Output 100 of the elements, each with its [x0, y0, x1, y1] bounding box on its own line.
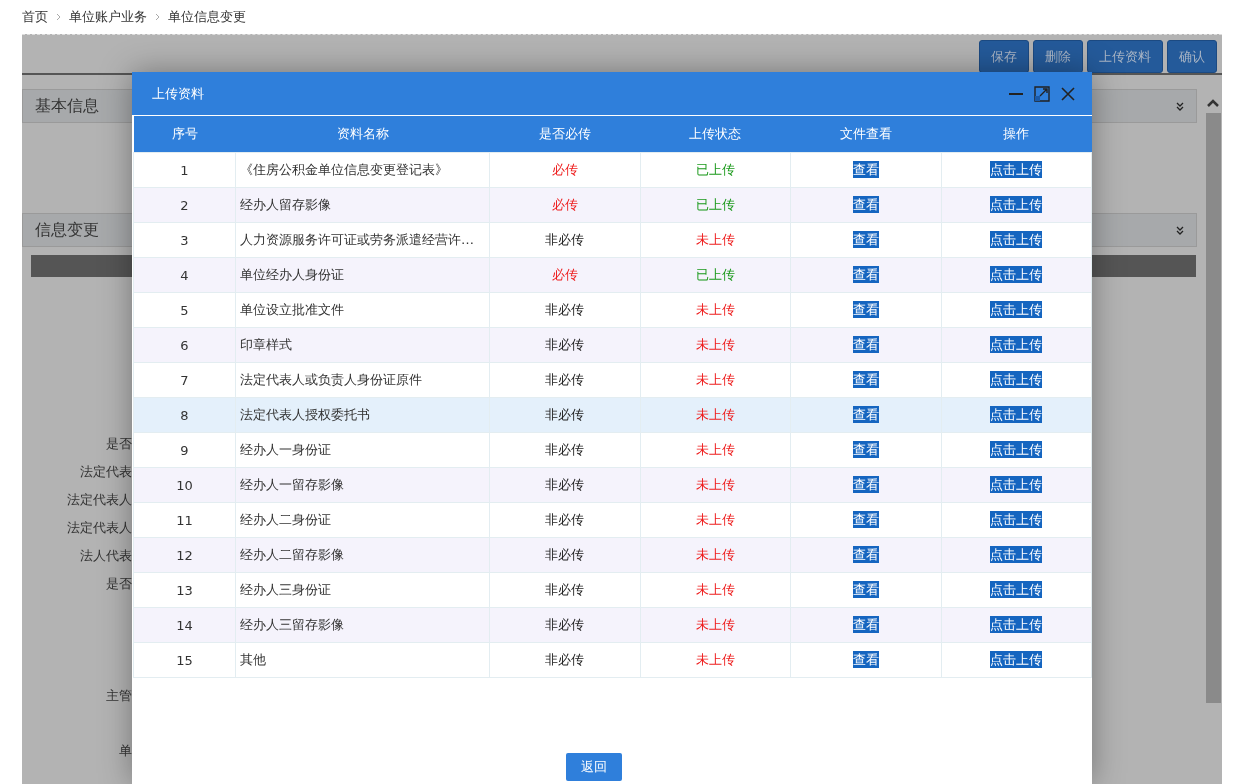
table-row[interactable]: 1 《住房公积金单位信息变更登记表》 必传 已上传 查看 点击上传 — [133, 152, 1092, 188]
upload-link[interactable]: 点击上传 — [990, 616, 1043, 633]
upload-status: 未上传 — [695, 512, 735, 527]
form-label: 法定代表人 — [67, 491, 132, 509]
table-row[interactable]: 2 经办人留存影像 必传 已上传 查看 点击上传 — [133, 187, 1092, 223]
collapse-icon[interactable] — [1176, 225, 1184, 235]
table-cell: 8 — [133, 397, 236, 433]
table-cell: 单位设立批准文件 — [235, 292, 490, 328]
view-link[interactable]: 查看 — [852, 616, 879, 633]
toolbar-button[interactable]: 上传资料 — [1087, 40, 1163, 73]
table-row[interactable]: 14 经办人三留存影像 非必传 未上传 查看 点击上传 — [133, 607, 1092, 643]
upload-link[interactable]: 点击上传 — [990, 301, 1043, 318]
view-link[interactable]: 查看 — [852, 231, 879, 248]
breadcrumb-link[interactable]: 单位信息变更 — [168, 7, 246, 26]
upload-link[interactable]: 点击上传 — [990, 511, 1043, 528]
upload-status: 未上传 — [695, 337, 735, 352]
upload-link[interactable]: 点击上传 — [990, 651, 1043, 668]
upload-link[interactable]: 点击上传 — [990, 581, 1043, 598]
collapse-icon[interactable] — [1176, 101, 1184, 111]
table-cell: 其他 — [235, 642, 490, 678]
table-row[interactable]: 9 经办人一身份证 非必传 未上传 查看 点击上传 — [133, 432, 1092, 468]
chevron-icon — [56, 12, 61, 21]
form-label: 法人代表 — [80, 547, 132, 565]
view-link[interactable]: 查看 — [852, 301, 879, 318]
toolbar-button[interactable]: 确认 — [1167, 40, 1217, 73]
table-cell: 15 — [133, 642, 236, 678]
table-cell: 法定代表人或负责人身份证原件 — [235, 362, 490, 398]
upload-link[interactable]: 点击上传 — [990, 196, 1043, 213]
required-status: 非必传 — [545, 337, 585, 352]
table-cell: 经办人一身份证 — [235, 432, 490, 468]
breadcrumb-link[interactable]: 单位账户业务 — [69, 7, 147, 26]
table-row[interactable]: 12 经办人二留存影像 非必传 未上传 查看 点击上传 — [133, 537, 1092, 573]
table-row[interactable]: 6 印章样式 非必传 未上传 查看 点击上传 — [133, 327, 1092, 363]
view-link[interactable]: 查看 — [852, 161, 879, 178]
required-status: 非必传 — [545, 372, 585, 387]
required-status: 非必传 — [545, 617, 585, 632]
form-label: 单 — [119, 742, 132, 760]
upload-link[interactable]: 点击上传 — [990, 231, 1043, 248]
table-row[interactable]: 8 法定代表人授权委托书 非必传 未上传 查看 点击上传 — [133, 397, 1092, 433]
table-row[interactable]: 4 单位经办人身份证 必传 已上传 查看 点击上传 — [133, 257, 1092, 293]
view-link[interactable]: 查看 — [852, 511, 879, 528]
upload-link[interactable]: 点击上传 — [990, 441, 1043, 458]
view-link[interactable]: 查看 — [852, 651, 879, 668]
upload-link[interactable]: 点击上传 — [990, 546, 1043, 563]
required-status: 必传 — [551, 267, 578, 282]
table-row[interactable]: 7 法定代表人或负责人身份证原件 非必传 未上传 查看 点击上传 — [133, 362, 1092, 398]
required-status: 非必传 — [545, 442, 585, 457]
table-row[interactable]: 13 经办人三身份证 非必传 未上传 查看 点击上传 — [133, 572, 1092, 608]
upload-status: 已上传 — [695, 162, 735, 177]
table-cell: 单位经办人身份证 — [235, 257, 490, 293]
upload-link[interactable]: 点击上传 — [990, 161, 1043, 178]
view-link[interactable]: 查看 — [852, 371, 879, 388]
upload-link[interactable]: 点击上传 — [990, 476, 1043, 493]
view-link[interactable]: 查看 — [852, 196, 879, 213]
chevron-icon — [155, 12, 160, 21]
upload-link[interactable]: 点击上传 — [990, 406, 1043, 423]
table-row[interactable]: 15 其他 非必传 未上传 查看 点击上传 — [133, 642, 1092, 678]
form-label: 主管 — [106, 687, 132, 705]
table-row[interactable]: 11 经办人二身份证 非必传 未上传 查看 点击上传 — [133, 502, 1092, 538]
toolbar-button[interactable]: 删除 — [1033, 40, 1083, 73]
required-status: 必传 — [551, 162, 578, 177]
form-label: 法定代表人 — [67, 519, 132, 537]
breadcrumb-link[interactable]: 首页 — [22, 7, 48, 26]
column-header: 序号 — [133, 116, 236, 153]
table-cell: 经办人一留存影像 — [235, 467, 490, 503]
upload-link[interactable]: 点击上传 — [990, 336, 1043, 353]
view-link[interactable]: 查看 — [852, 336, 879, 353]
upload-link[interactable]: 点击上传 — [990, 371, 1043, 388]
upload-link[interactable]: 点击上传 — [990, 266, 1043, 283]
upload-status: 未上传 — [695, 407, 735, 422]
section-title: 信息变更 — [35, 219, 99, 241]
required-status: 非必传 — [545, 302, 585, 317]
close-icon[interactable] — [1060, 85, 1076, 102]
table-row[interactable]: 10 经办人一留存影像 非必传 未上传 查看 点击上传 — [133, 467, 1092, 503]
table-cell: 4 — [133, 257, 236, 293]
table-cell: 10 — [133, 467, 236, 503]
table-row[interactable]: 3 人力资源服务许可证或劳务派遣经营许… 非必传 未上传 查看 点击上传 — [133, 222, 1092, 258]
required-status: 非必传 — [545, 547, 585, 562]
table-cell: 14 — [133, 607, 236, 643]
column-header: 操作 — [941, 116, 1092, 153]
view-link[interactable]: 查看 — [852, 581, 879, 598]
scroll-up-icon[interactable] — [1206, 97, 1220, 109]
view-link[interactable]: 查看 — [852, 441, 879, 458]
required-status: 必传 — [551, 197, 578, 212]
table-cell: 经办人留存影像 — [235, 187, 490, 223]
view-link[interactable]: 查看 — [852, 546, 879, 563]
required-status: 非必传 — [545, 407, 585, 422]
table-cell: 1 — [133, 152, 236, 188]
view-link[interactable]: 查看 — [852, 476, 879, 493]
upload-status: 未上传 — [695, 547, 735, 562]
view-link[interactable]: 查看 — [852, 266, 879, 283]
table-cell: 经办人三身份证 — [235, 572, 490, 608]
back-button[interactable]: 返回 — [566, 753, 622, 781]
upload-status: 未上传 — [695, 372, 735, 387]
view-link[interactable]: 查看 — [852, 406, 879, 423]
toolbar-button[interactable]: 保存 — [979, 40, 1029, 73]
maximize-icon[interactable] — [1034, 85, 1050, 102]
table-cell: 法定代表人授权委托书 — [235, 397, 490, 433]
table-row[interactable]: 5 单位设立批准文件 非必传 未上传 查看 点击上传 — [133, 292, 1092, 328]
column-header: 是否必传 — [489, 116, 640, 153]
